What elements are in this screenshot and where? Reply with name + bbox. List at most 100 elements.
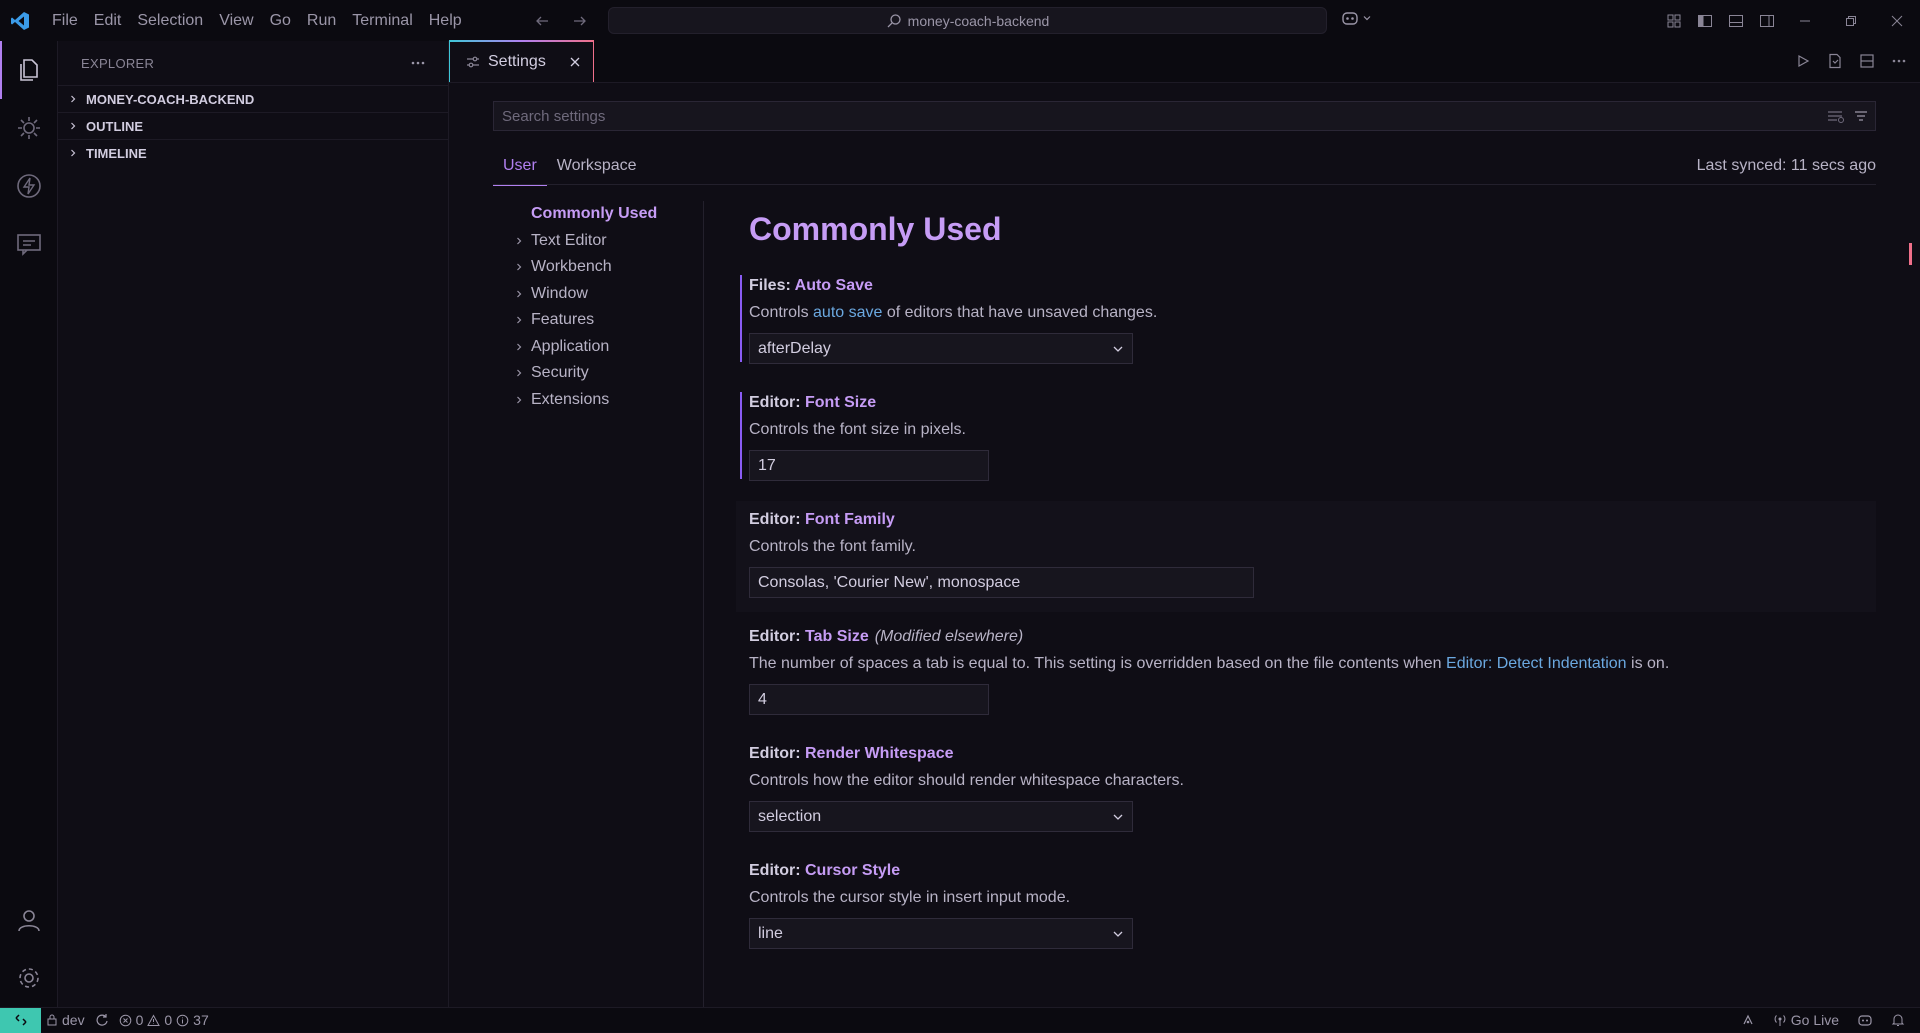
font-family-input[interactable]: Consolas, 'Courier New', monospace [749, 567, 1254, 598]
menu-help[interactable]: Help [421, 7, 470, 35]
toc-item-security[interactable]: Security [493, 360, 703, 387]
setting-title: Editor: Tab Size (Modified elsewhere) [749, 626, 1863, 648]
modified-elsewhere-indicator[interactable]: (Modified elsewhere) [875, 628, 1024, 645]
explorer-icon [15, 56, 43, 84]
minimize-icon[interactable] [1782, 0, 1828, 41]
auto-save-select[interactable]: afterDelay [749, 333, 1133, 364]
menu-run[interactable]: Run [299, 7, 344, 35]
split-editor-icon[interactable] [1856, 50, 1878, 72]
copilot-icon [1340, 8, 1360, 28]
setting-title: Editor: Render Whitespace [749, 743, 1863, 765]
close-icon[interactable] [565, 52, 585, 72]
back-arrow-icon[interactable] [530, 9, 554, 33]
toc-label: Workbench [531, 258, 612, 276]
problems-indicator[interactable]: 0 0 37 [114, 1008, 214, 1033]
more-actions-icon[interactable] [410, 55, 426, 71]
auto-save-link[interactable]: auto save [813, 304, 882, 321]
status-bar: dev 0 0 37 Go Live [0, 1007, 1920, 1033]
setting-title: Files: Auto Save [749, 275, 1863, 297]
tab-size-input[interactable]: 4 [749, 684, 989, 715]
toc-item-application[interactable]: Application [493, 334, 703, 361]
branch-indicator[interactable]: dev [41, 1008, 90, 1033]
remote-indicator[interactable] [0, 1007, 41, 1033]
tab-settings[interactable]: Settings [449, 40, 594, 82]
setting-category: Editor: [749, 745, 805, 762]
settings-search-input[interactable] [494, 102, 1827, 130]
menu-view[interactable]: View [211, 7, 261, 35]
toc-item-window[interactable]: Window [493, 281, 703, 308]
activity-lightning[interactable] [0, 157, 58, 215]
activity-extensions[interactable] [0, 99, 58, 157]
menu-selection[interactable]: Selection [129, 7, 211, 35]
more-actions-icon[interactable] [1888, 50, 1910, 72]
section-outline[interactable]: OUTLINE [58, 112, 448, 139]
chevron-right-icon [511, 395, 527, 405]
toggle-secondary-sidebar-icon[interactable] [1751, 0, 1782, 41]
copilot-status-icon[interactable] [1852, 1008, 1878, 1033]
chevron-right-icon [511, 262, 527, 272]
chevron-right-icon [511, 368, 527, 378]
chevron-down-icon [1104, 811, 1132, 823]
activity-accounts[interactable] [0, 891, 58, 949]
filter-icon[interactable] [1853, 108, 1869, 124]
setting-category: Editor: [749, 394, 805, 411]
render-whitespace-select[interactable]: selection [749, 801, 1133, 832]
warning-count: 0 [164, 1012, 173, 1028]
sidebar-header: EXPLORER [58, 41, 448, 85]
go-live-button[interactable]: Go Live [1768, 1008, 1844, 1033]
settings-scope-bar: User Workspace Last synced: 11 secs ago [493, 147, 1876, 186]
activity-manage[interactable] [0, 949, 58, 1007]
command-center-search[interactable]: money-coach-backend [608, 7, 1327, 34]
settings-list: Commonly Used Files: Auto Save Controls … [736, 201, 1876, 1007]
activity-bar [0, 41, 58, 1007]
toggle-primary-sidebar-icon[interactable] [1689, 0, 1720, 41]
info-count: 37 [193, 1012, 209, 1028]
cursor-style-select[interactable]: line [749, 918, 1133, 949]
activity-explorer[interactable] [0, 41, 58, 99]
setting-editor-font-family: Editor: Font Family Controls the font fa… [736, 501, 1876, 612]
tab-label: Settings [488, 53, 546, 70]
toc-item-workbench[interactable]: Workbench [493, 254, 703, 281]
copilot-menu[interactable] [1340, 8, 1372, 28]
menu-edit[interactable]: Edit [86, 7, 130, 35]
customize-layout-icon[interactable] [1658, 0, 1689, 41]
error-icon [119, 1014, 132, 1027]
section-project-folder[interactable]: MONEY-COACH-BACKEND [58, 85, 448, 112]
menu-terminal[interactable]: Terminal [344, 7, 420, 35]
tab-user[interactable]: User [493, 147, 547, 186]
detect-indentation-link[interactable]: Editor: Detect Indentation [1446, 655, 1627, 672]
section-label: TIMELINE [86, 145, 147, 161]
restore-icon[interactable] [1828, 0, 1874, 41]
activity-chat[interactable] [0, 215, 58, 273]
setting-description: Controls the font family. [749, 538, 916, 555]
open-settings-json-icon[interactable] [1824, 50, 1846, 72]
setting-description: Controls how the editor should render wh… [749, 772, 1184, 789]
toc-item-extensions[interactable]: Extensions [493, 387, 703, 414]
menu-go[interactable]: Go [262, 7, 299, 35]
toggle-panel-icon[interactable] [1720, 0, 1751, 41]
clear-filter-icon[interactable] [1827, 108, 1845, 124]
toc-item-commonly-used[interactable]: Commonly Used [493, 201, 703, 228]
toc-label: Text Editor [531, 231, 607, 249]
bell-icon[interactable] [1886, 1008, 1910, 1033]
menu-file[interactable]: File [44, 7, 86, 35]
section-timeline[interactable]: TIMELINE [58, 139, 448, 166]
toc-label: Security [531, 364, 589, 382]
toc-item-text-editor[interactable]: Text Editor [493, 228, 703, 255]
accounts-status-icon[interactable] [1736, 1008, 1760, 1033]
settings-section-title: Commonly Used [749, 211, 1002, 247]
scrollbar-marker[interactable] [1909, 243, 1912, 265]
close-window-icon[interactable] [1874, 0, 1920, 41]
desc-text: of editors that have unsaved changes. [882, 304, 1158, 321]
menu-bar: File Edit Selection View Go Run Terminal… [44, 7, 470, 35]
lock-icon [46, 1014, 58, 1026]
toc-item-features[interactable]: Features [493, 307, 703, 334]
setting-name: Render Whitespace [805, 745, 954, 762]
forward-arrow-icon[interactable] [568, 9, 592, 33]
tab-workspace[interactable]: Workspace [547, 147, 647, 185]
sync-button[interactable] [90, 1008, 114, 1033]
run-icon[interactable] [1792, 50, 1814, 72]
settings-toc: Commonly Used Text Editor Workbench Wind… [493, 201, 704, 1007]
font-size-input[interactable]: 17 [749, 450, 989, 481]
chat-icon [15, 230, 43, 258]
